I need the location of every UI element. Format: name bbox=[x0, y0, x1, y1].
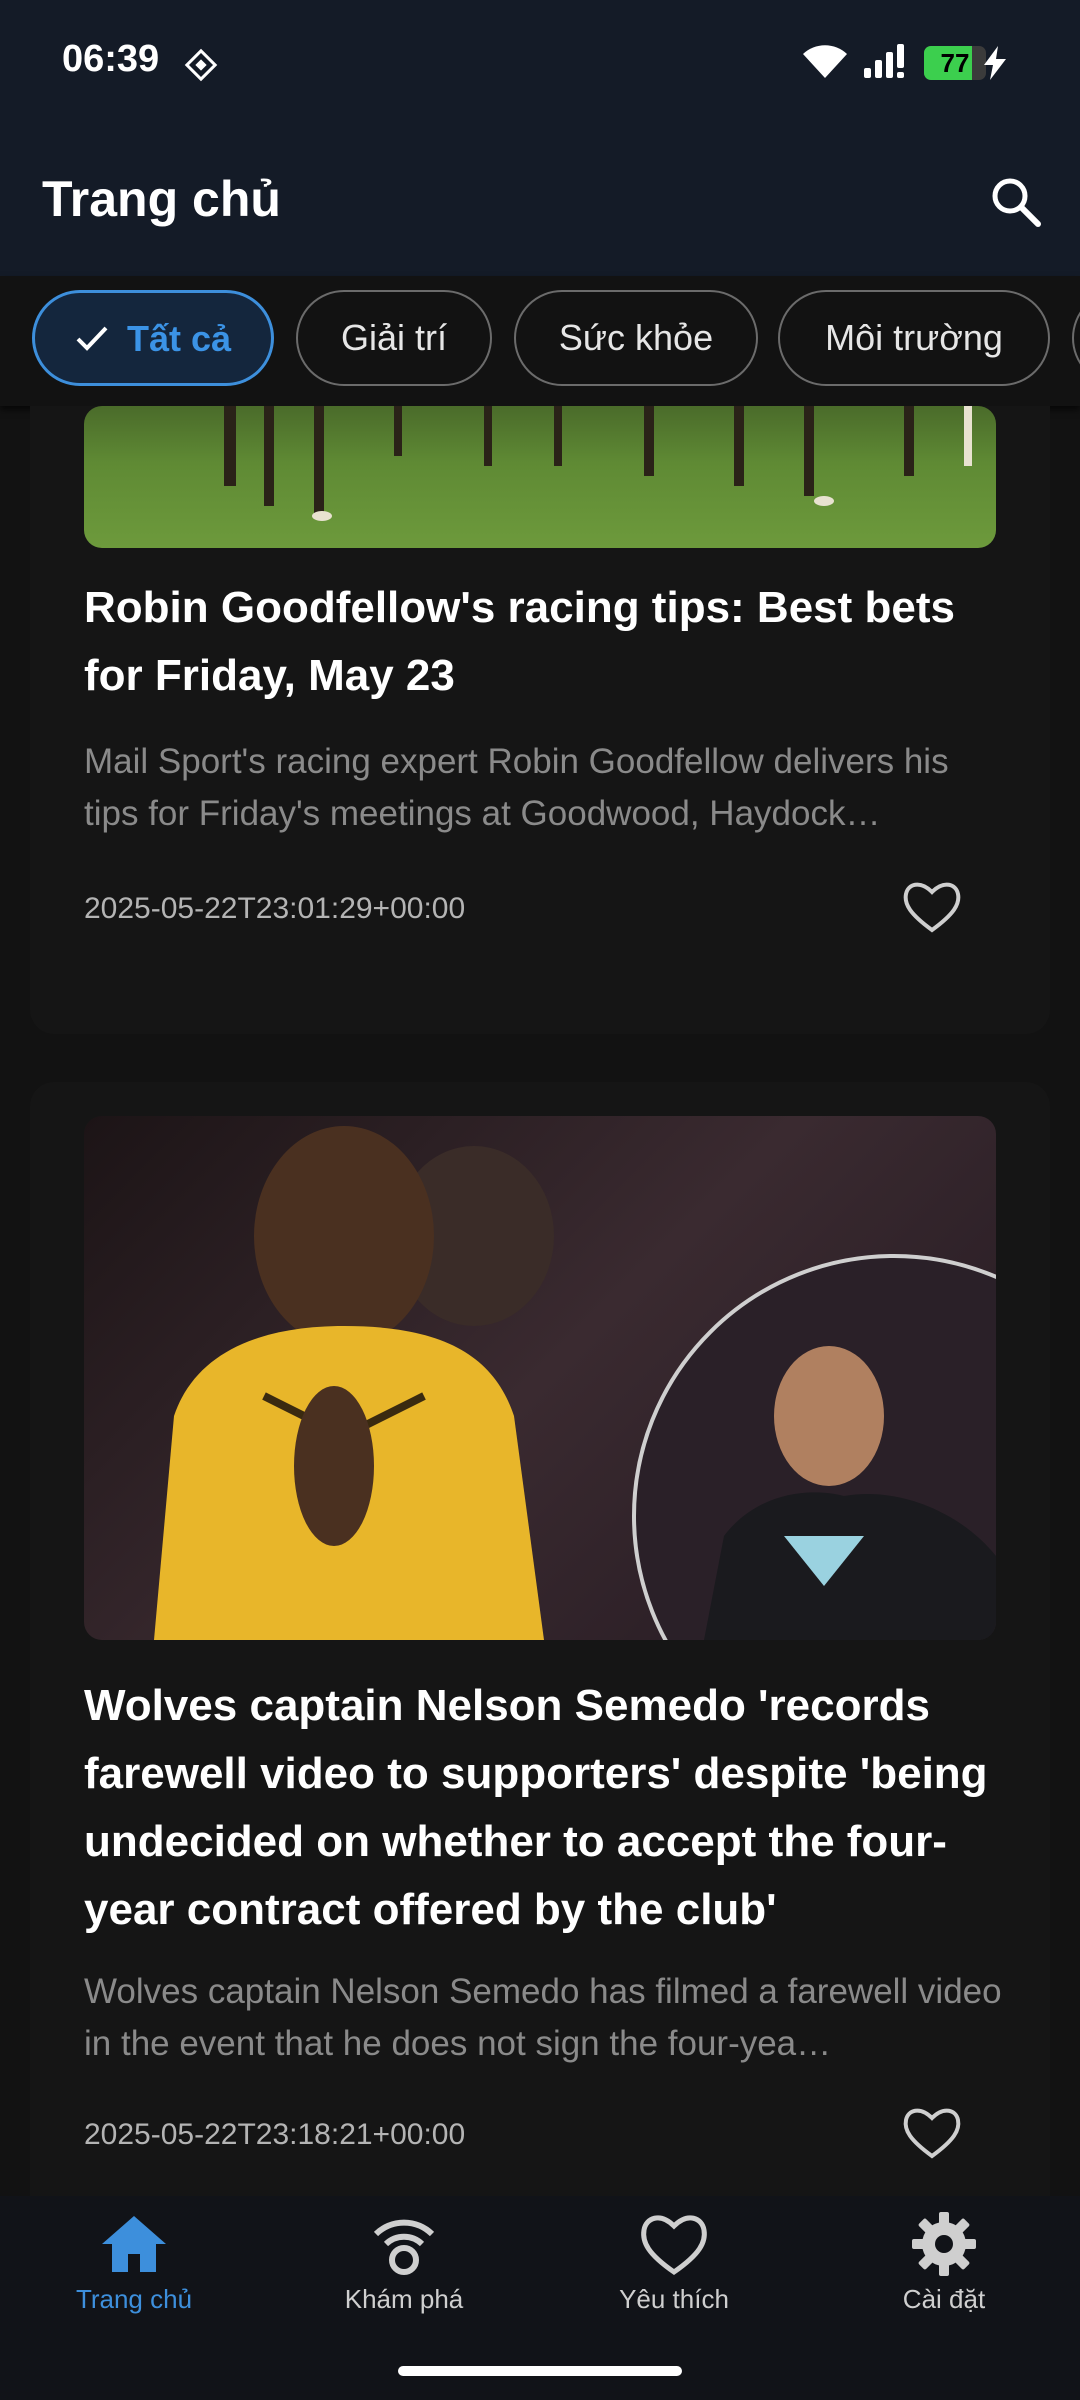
search-button[interactable] bbox=[984, 170, 1048, 234]
heart-icon bbox=[903, 882, 961, 933]
nav-label: Trang chủ bbox=[75, 2284, 193, 2314]
battery-indicator: 77 bbox=[924, 46, 986, 80]
app-bar: Trang chủ bbox=[0, 128, 1080, 276]
article-title[interactable]: Wolves captain Nelson Semedo 'records fa… bbox=[84, 1672, 1004, 1944]
favorite-button[interactable] bbox=[902, 880, 966, 938]
search-icon bbox=[992, 178, 1041, 227]
status-bar: 06:39 77 bbox=[0, 0, 1080, 128]
signal-icon bbox=[862, 44, 914, 85]
heart-icon bbox=[903, 2108, 961, 2159]
charging-icon bbox=[982, 46, 1008, 85]
wifi-icon bbox=[800, 42, 850, 87]
chip-health[interactable]: Sức khỏe bbox=[514, 290, 758, 386]
article-date: 2025-05-22T23:18:21+00:00 bbox=[84, 2118, 466, 2151]
favorite-button[interactable] bbox=[902, 2106, 966, 2164]
nav-label: Cài đặt bbox=[902, 2284, 986, 2314]
notification-icon bbox=[182, 46, 220, 89]
news-feed[interactable]: Robin Goodfellow's racing tips: Best bet… bbox=[0, 406, 1080, 2196]
gesture-handle[interactable] bbox=[398, 2366, 682, 2376]
chip-label: Môi trường bbox=[825, 317, 1003, 358]
chip-more[interactable] bbox=[1072, 290, 1080, 386]
nav-label: Yêu thích bbox=[619, 2284, 729, 2314]
explore-icon bbox=[373, 2219, 435, 2275]
check-icon bbox=[75, 295, 109, 387]
article-date: 2025-05-22T23:01:29+00:00 bbox=[84, 892, 466, 925]
gear-icon bbox=[912, 2212, 976, 2276]
chip-entertainment[interactable]: Giải trí bbox=[296, 290, 492, 386]
nav-settings[interactable]: Cài đặt bbox=[844, 2208, 1044, 2315]
nav-label: Khám phá bbox=[344, 2284, 464, 2314]
category-chips: Tất cả Giải trí Sức khỏe Môi trường bbox=[0, 276, 1080, 406]
chip-label: Tất cả bbox=[126, 318, 232, 359]
status-time: 06:39 bbox=[62, 38, 160, 80]
chip-environment[interactable]: Môi trường bbox=[778, 290, 1050, 386]
chip-all[interactable]: Tất cả bbox=[32, 290, 274, 386]
home-icon bbox=[102, 2216, 166, 2272]
heart-icon bbox=[641, 2215, 707, 2276]
article-image[interactable] bbox=[84, 1116, 996, 1640]
battery-level: 77 bbox=[940, 48, 970, 78]
article-description: Wolves captain Nelson Semedo has filmed … bbox=[84, 1972, 1002, 2063]
article-description: Mail Sport's racing expert Robin Goodfel… bbox=[84, 742, 949, 833]
page-title: Trang chủ bbox=[42, 171, 281, 227]
chip-label: Sức khỏe bbox=[558, 317, 714, 358]
chip-label: Giải trí bbox=[340, 317, 447, 358]
nav-explore[interactable]: Khám phá bbox=[304, 2208, 504, 2315]
nav-favorites[interactable]: Yêu thích bbox=[574, 2208, 774, 2315]
article-title[interactable]: Robin Goodfellow's racing tips: Best bet… bbox=[84, 574, 1004, 710]
article-card[interactable] bbox=[30, 406, 1050, 1034]
nav-home[interactable]: Trang chủ bbox=[34, 2208, 234, 2315]
article-image[interactable] bbox=[84, 406, 996, 548]
